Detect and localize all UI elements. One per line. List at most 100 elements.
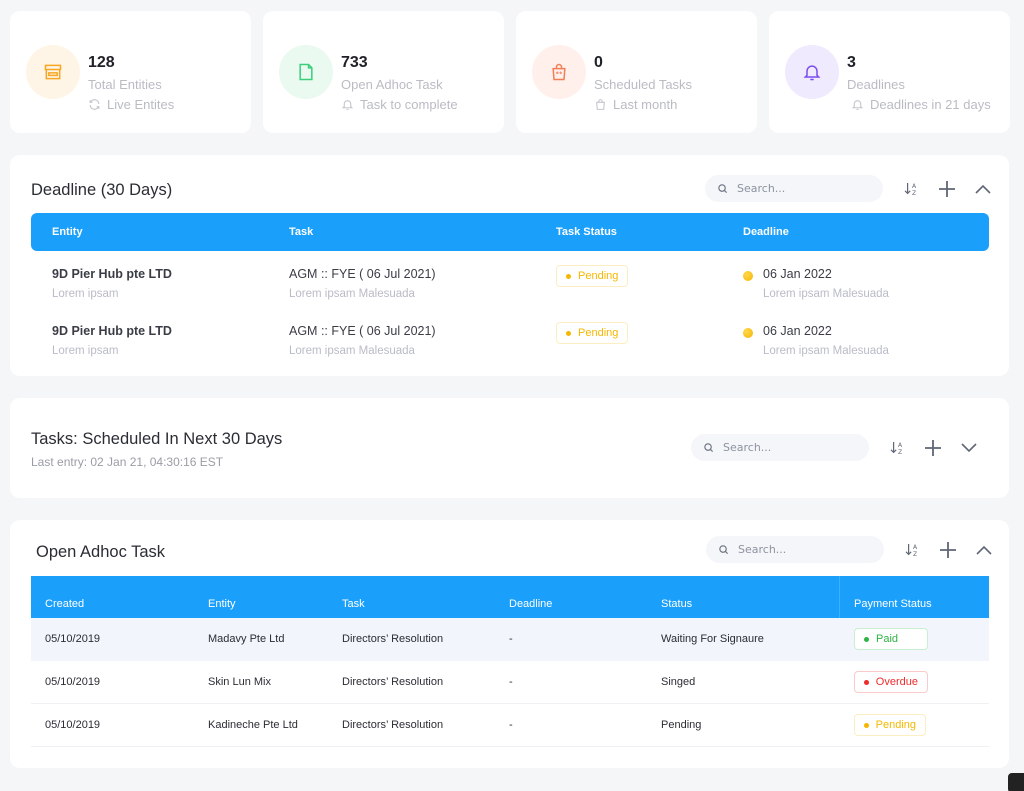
deadline-dot-icon bbox=[743, 328, 753, 338]
expand-button[interactable] bbox=[958, 437, 980, 459]
created-cell: 05/10/2019 bbox=[45, 633, 101, 645]
svg-text:Z: Z bbox=[898, 449, 902, 456]
col-header[interactable]: Created bbox=[45, 598, 84, 610]
collapse-button[interactable] bbox=[973, 539, 995, 561]
entity-cell: Madavy Pte Ltd bbox=[208, 633, 285, 645]
task-sub: Lorem ipsam Malesuada bbox=[289, 288, 415, 300]
refresh-icon bbox=[89, 99, 100, 110]
last-entry-text: Last entry: 02 Jan 21, 04:30:16 EST bbox=[31, 455, 224, 469]
search-icon bbox=[704, 443, 714, 453]
col-header[interactable]: Status bbox=[661, 598, 692, 610]
status-text: Pending bbox=[578, 327, 619, 339]
scheduled-toolbar: AZ bbox=[691, 434, 980, 461]
stat-card-deadlines[interactable]: 3 Deadlines Deadlines in 21 days bbox=[769, 11, 1010, 133]
deadline-sub: Lorem ipsam Malesuada bbox=[763, 345, 889, 357]
collapse-button[interactable] bbox=[972, 178, 994, 200]
stat-label: Total Entities bbox=[88, 77, 162, 92]
stat-sub: Live Entites bbox=[88, 97, 174, 112]
search-input[interactable] bbox=[737, 182, 867, 195]
search-box[interactable] bbox=[706, 536, 884, 563]
search-box[interactable] bbox=[691, 434, 869, 461]
add-button[interactable] bbox=[922, 437, 944, 459]
col-header[interactable]: Entity bbox=[52, 226, 83, 238]
deadline-date: 06 Jan 2022 bbox=[763, 324, 832, 338]
search-input[interactable] bbox=[723, 441, 853, 454]
sort-az-button[interactable]: AZ bbox=[902, 539, 924, 561]
adhoc-panel: Open Adhoc Task AZ Created Entity Task D… bbox=[10, 520, 1009, 768]
entity-cell: Kadineche Pte Ltd bbox=[208, 719, 298, 731]
table-row[interactable]: 05/10/2019 Skin Lun Mix Directors’ Resol… bbox=[31, 661, 989, 704]
plus-icon bbox=[939, 180, 955, 197]
deadline-table-header: Entity Task Task Status Deadline bbox=[31, 213, 989, 251]
sort-az-button[interactable]: AZ bbox=[887, 437, 909, 459]
deadline-date: 06 Jan 2022 bbox=[763, 267, 832, 281]
sort-az-icon: AZ bbox=[904, 182, 917, 197]
status-text: Pending bbox=[578, 270, 619, 282]
sort-az-button[interactable]: AZ bbox=[901, 178, 923, 200]
stat-card-scheduled-tasks[interactable]: 0 Scheduled Tasks Last month bbox=[516, 11, 757, 133]
payment-status-badge: Pending bbox=[854, 714, 926, 736]
status-badge: Pending bbox=[556, 322, 629, 344]
deadline-cell: - bbox=[509, 633, 513, 645]
table-row[interactable]: 05/10/2019 Kadineche Pte Ltd Directors’ … bbox=[31, 704, 989, 747]
panel-title: Open Adhoc Task bbox=[36, 543, 166, 561]
scheduled-panel: Tasks: Scheduled In Next 30 Days Last en… bbox=[10, 398, 1009, 498]
stat-sub: Task to complete bbox=[341, 97, 458, 112]
stat-sub-text: Live Entites bbox=[107, 97, 175, 112]
status-cell: Singed bbox=[661, 676, 696, 688]
col-header[interactable]: Entity bbox=[208, 598, 236, 610]
search-icon bbox=[719, 545, 729, 555]
table-row[interactable]: 05/10/2019 Madavy Pte Ltd Directors’ Res… bbox=[31, 618, 989, 661]
bell-icon bbox=[851, 100, 864, 110]
stat-label: Scheduled Tasks bbox=[594, 77, 693, 92]
payment-status-badge: Paid bbox=[854, 628, 928, 650]
task-name: AGM :: FYE ( 06 Jul 2021) bbox=[289, 324, 436, 338]
bag-icon bbox=[596, 99, 605, 110]
deadline-toolbar: AZ bbox=[705, 175, 994, 202]
store-icon bbox=[26, 45, 80, 99]
task-sub: Lorem ipsam Malesuada bbox=[289, 345, 415, 357]
task-cell: Directors’ Resolution bbox=[342, 719, 444, 731]
adhoc-table-header: Created Entity Task Deadline Status Paym… bbox=[31, 576, 989, 618]
add-button[interactable] bbox=[937, 539, 959, 561]
task-cell: Directors’ Resolution bbox=[342, 676, 444, 688]
created-cell: 05/10/2019 bbox=[45, 719, 101, 731]
col-header[interactable]: Deadline bbox=[509, 598, 552, 610]
col-header[interactable]: Deadline bbox=[743, 226, 789, 238]
stat-card-open-adhoc[interactable]: 733 Open Adhoc Task Task to complete bbox=[263, 11, 504, 133]
col-header[interactable]: Task bbox=[342, 598, 365, 610]
stat-sub: Last month bbox=[594, 97, 677, 112]
stat-card-total-entities[interactable]: 128 Total Entities Live Entites bbox=[10, 11, 251, 133]
stat-sub-text: Deadlines in 21 days bbox=[870, 97, 991, 112]
stat-label: Open Adhoc Task bbox=[341, 77, 443, 92]
entity-cell: Skin Lun Mix bbox=[208, 676, 271, 688]
col-header[interactable]: Payment Status bbox=[854, 598, 932, 610]
chevron-up-icon bbox=[976, 545, 992, 555]
stats-row: 128 Total Entities Live Entites 733 Open… bbox=[10, 11, 1010, 133]
search-input[interactable] bbox=[738, 543, 868, 556]
bell-icon bbox=[341, 100, 354, 110]
sort-az-icon: AZ bbox=[905, 543, 918, 558]
file-icon bbox=[279, 45, 333, 99]
col-header[interactable]: Task bbox=[289, 226, 313, 238]
deadline-cell: - bbox=[509, 719, 513, 731]
stat-sub: Deadlines in 21 days bbox=[851, 97, 991, 112]
search-box[interactable] bbox=[705, 175, 883, 202]
panel-title: Tasks: Scheduled In Next 30 Days bbox=[31, 430, 283, 448]
stat-value: 128 bbox=[88, 54, 115, 71]
floating-widget[interactable] bbox=[1008, 773, 1024, 791]
deadline-dot-icon bbox=[743, 271, 753, 281]
payment-status-text: Pending bbox=[875, 719, 916, 731]
add-button[interactable] bbox=[936, 178, 958, 200]
stat-value: 733 bbox=[341, 54, 368, 71]
plus-icon bbox=[940, 541, 956, 558]
deadline-cell: - bbox=[509, 676, 513, 688]
table-row[interactable]: 9D Pier Hub pte LTD Lorem ipsam AGM :: F… bbox=[31, 322, 989, 368]
col-header[interactable]: Task Status bbox=[556, 226, 617, 238]
entity-name: 9D Pier Hub pte LTD bbox=[52, 324, 172, 338]
stat-sub-text: Last month bbox=[613, 97, 678, 112]
stat-label: Deadlines bbox=[847, 77, 905, 92]
entity-sub: Lorem ipsam bbox=[52, 345, 119, 357]
status-cell: Waiting For Signaure bbox=[661, 633, 764, 645]
table-row[interactable]: 9D Pier Hub pte LTD Lorem ipsam AGM :: F… bbox=[31, 265, 989, 311]
